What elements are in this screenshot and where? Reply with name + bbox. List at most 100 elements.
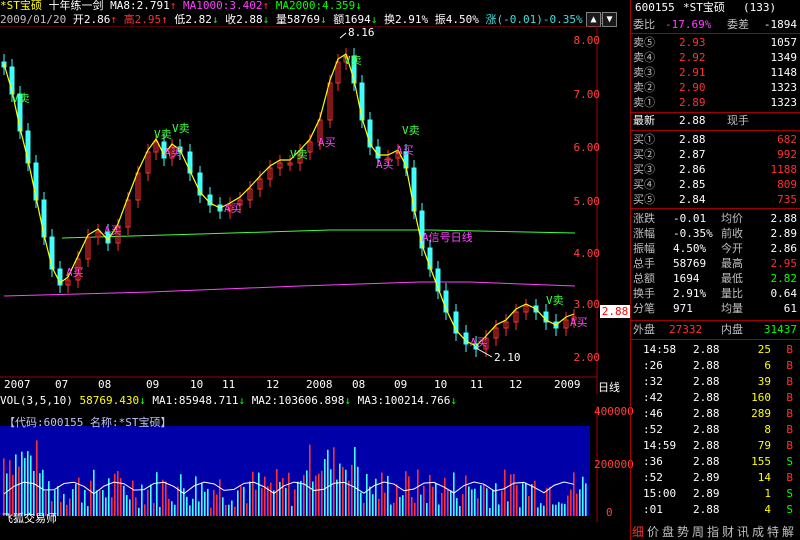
volume-bar	[147, 489, 149, 516]
ask-row[interactable]: 卖④ 2.92 1349	[631, 50, 799, 65]
stat-label: 均价	[721, 212, 743, 225]
tick-direction: B	[786, 391, 793, 404]
tick-volume: 155	[751, 455, 771, 468]
volume-bar	[543, 505, 545, 516]
tick-price: 2.88	[693, 439, 720, 452]
sell-signal: V卖	[12, 92, 30, 105]
volume-bar	[252, 471, 254, 516]
volume-bar	[204, 491, 206, 516]
bottom-tab[interactable]: 盘	[662, 523, 674, 540]
current-hand-label: 现手	[727, 114, 749, 127]
tick-price: 2.88	[693, 359, 720, 372]
tick-volume: 8	[764, 423, 771, 436]
quote-count: (133)	[743, 1, 777, 14]
bottom-tab[interactable]: 财	[722, 523, 734, 540]
bottom-tab[interactable]: 讯	[737, 523, 749, 540]
volume-bar	[417, 469, 419, 516]
volume-bar	[558, 502, 560, 516]
buy-signal: A买	[164, 146, 182, 159]
stat-value: 4.50%	[673, 242, 707, 255]
scroll-down-button[interactable]: ▼	[602, 12, 617, 27]
tick-price: 2.89	[693, 471, 720, 484]
volume-bar	[348, 480, 350, 516]
bottom-tab[interactable]: 周	[692, 523, 704, 540]
date-tick: 10	[190, 378, 204, 391]
tick-volume: 160	[751, 391, 771, 404]
volume-bar	[522, 483, 524, 516]
volume-bar	[381, 472, 383, 516]
price-tick-6: 6.00	[573, 141, 601, 154]
ask-price: 2.93	[679, 36, 706, 49]
volume-bar	[507, 501, 509, 516]
date-tick: 2009	[554, 378, 581, 391]
date-tick: 12	[509, 378, 523, 391]
bottom-tab[interactable]: 指	[707, 523, 719, 540]
volume-bar	[537, 507, 539, 516]
stats-row: 总手 58769 最高 2.95	[631, 256, 799, 271]
bottom-tab[interactable]: 成	[752, 523, 764, 540]
scroll-up-button[interactable]: ▲	[586, 12, 601, 27]
volume-bar	[489, 507, 491, 516]
low-annotation: 2.10	[494, 351, 521, 364]
ask-row[interactable]: 卖① 2.89 1323	[631, 95, 799, 110]
sell-signal: V卖	[344, 54, 362, 67]
volume-bar	[576, 493, 578, 516]
volume-bar	[366, 473, 368, 516]
bottom-tab[interactable]: 特	[767, 523, 779, 540]
stats-row: 涨跌 -0.01 均价 2.88	[631, 211, 799, 226]
ask-label: 卖①	[633, 96, 655, 109]
volume-bar	[465, 475, 467, 516]
bid-row[interactable]: 买① 2.88 682	[631, 132, 799, 147]
tick-volume: 39	[757, 375, 771, 388]
volume-panel[interactable]: VOL(3,5,10) 58769.430↓ MA1:85948.711↓ MA…	[0, 394, 634, 525]
weicha-label: 委差	[727, 18, 749, 31]
tick-direction: S	[786, 487, 793, 500]
volume-bar	[306, 470, 308, 516]
volume-bar	[393, 502, 395, 516]
bottom-tab[interactable]: 势	[677, 523, 689, 540]
price-chart-svg: 8.16 2.10 A信号日线 V卖A买A买V卖 V卖A买A买V卖A买V卖A买V卖…	[0, 26, 600, 394]
bid-row[interactable]: 买④ 2.85 809	[631, 177, 799, 192]
price-tick-8: 8.00	[573, 34, 601, 47]
volume-bar	[516, 485, 518, 516]
ask-row[interactable]: 卖⑤ 2.93 1057	[631, 35, 799, 50]
ask-volume: 1148	[770, 66, 798, 79]
bottom-tab[interactable]: 价	[647, 523, 659, 540]
tick-time: 14:58	[643, 343, 677, 356]
volume-bar	[354, 446, 356, 516]
volume-bar	[561, 503, 563, 516]
bid-row[interactable]: 买③ 2.86 1188	[631, 162, 799, 177]
outer-value: 27332	[669, 323, 703, 336]
bid-row[interactable]: 买⑤ 2.84 735	[631, 192, 799, 207]
bid-label: 买③	[633, 163, 655, 176]
sell-signal: V卖	[402, 124, 420, 137]
bid-label: 买⑤	[633, 193, 655, 206]
volume-bar	[570, 489, 572, 516]
bottom-tab[interactable]: 解	[782, 523, 794, 540]
price-chart[interactable]: 8.16 2.10 A信号日线 V卖 A买 A买 V卖 V卖 A买 A买 V卖 A买 V卖 A买 V卖…	[0, 26, 630, 394]
volume-bar	[222, 497, 224, 516]
stats-row: 换手 2.91% 量比 0.64	[631, 286, 799, 301]
tick-row: :46 2.88 289 B	[631, 406, 799, 421]
ask-row[interactable]: 卖② 2.90 1323	[631, 80, 799, 95]
bid-row[interactable]: 买② 2.87 992	[631, 147, 799, 162]
tick-direction: S	[786, 503, 793, 516]
bottom-tab[interactable]: 细	[632, 523, 644, 540]
ohlc-info-bar: 2009/01/20 开2.86↑ 高2.95↑ 低2.82↓ 收2.88↓ 量…	[0, 13, 630, 26]
date-tick: 11	[470, 378, 484, 391]
volume-bar	[447, 490, 449, 516]
volume-bar	[486, 488, 488, 516]
volume-bar	[345, 469, 347, 516]
trade-signals: V卖A买A买V卖 V卖A买A买V卖A买V卖A买V卖A买A买V卖A买	[12, 54, 588, 349]
stat-label: 分笔	[633, 302, 655, 315]
ask-row[interactable]: 卖③ 2.91 1148	[631, 65, 799, 80]
main-chart-title: *ST宝硕 十年练一剑 MA8:2.791↑ MA1000:3.402↑ MA2…	[0, 0, 630, 12]
volume-bar	[159, 507, 161, 516]
volume-bar	[168, 498, 170, 516]
volume-bar	[249, 481, 251, 516]
period-label[interactable]: 日线	[598, 379, 620, 395]
tick-price: 2.88	[693, 407, 720, 420]
tick-time: :26	[643, 359, 663, 372]
volume-bar	[369, 486, 371, 516]
volume-bar	[294, 489, 296, 516]
